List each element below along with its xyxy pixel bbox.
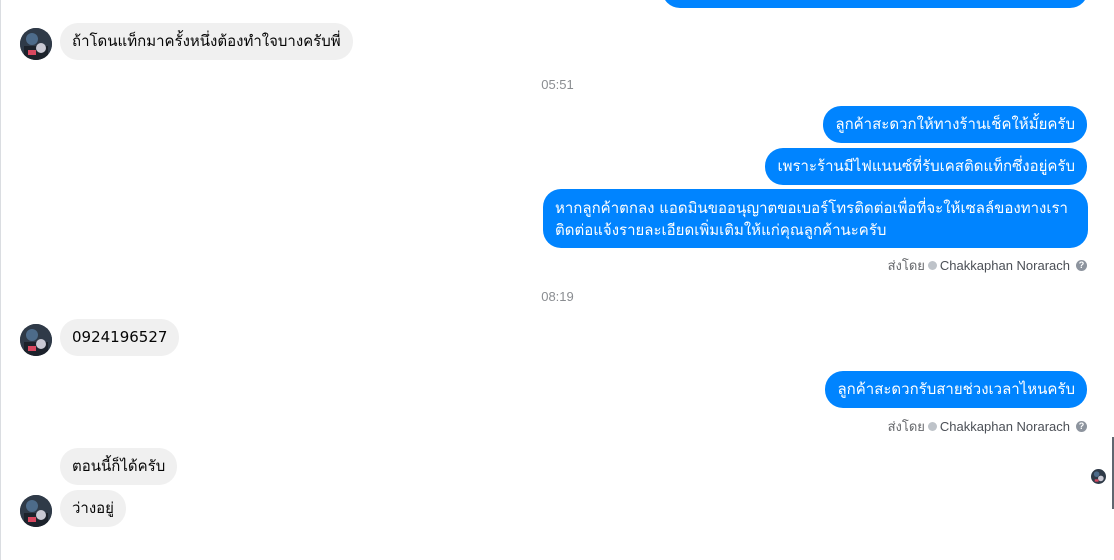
contact-avatar-icon[interactable]	[20, 495, 52, 527]
message-bubble-outgoing[interactable]: หากลูกค้าตกลง แอดมินขออนุญาตขอเบอร์โทรติ…	[543, 189, 1088, 248]
message-bubble-outgoing[interactable]: ลูกค้าสะดวกให้ทางร้านเช็คให้มั้ยครับ	[823, 106, 1087, 143]
seen-avatar-icon	[1091, 469, 1106, 484]
message-bubble-incoming[interactable]: ตอนนี้ก็ได้ครับ	[60, 448, 178, 485]
sent-by-prefix: ส่งโดย	[887, 419, 925, 434]
timestamp: 08:19	[541, 289, 574, 304]
message-bubble-incoming[interactable]: 0924196527	[60, 319, 180, 356]
contact-avatar-icon[interactable]	[20, 28, 52, 60]
help-icon[interactable]: ?	[1076, 421, 1087, 432]
message-bubble-outgoing-partial	[662, 0, 1088, 8]
contact-avatar-icon[interactable]	[20, 324, 52, 356]
message-bubble-incoming[interactable]: ว่างอยู่	[60, 490, 126, 527]
check-circle-icon	[927, 422, 937, 431]
message-bubble-outgoing[interactable]: ลูกค้าสะดวกรับสายช่วงเวลาไหนครับ	[825, 371, 1087, 408]
help-icon[interactable]: ?	[1076, 260, 1087, 271]
sender-name[interactable]: Chakkaphan Norarach	[940, 258, 1070, 273]
message-bubble-incoming[interactable]: ถ้าโดนแท็กมาครั้งหนึ่งต้องทำใจบางครับพี่	[60, 23, 353, 60]
check-circle-icon	[927, 261, 937, 270]
message-bubble-outgoing[interactable]: เพราะร้านมีไฟแนนซ์ที่รับเคสติดแท็กซึ่งอย…	[765, 148, 1087, 185]
sent-by-label: ส่งโดย Chakkaphan Norarach ?	[888, 255, 1087, 276]
message-line: หากลูกค้าตกลง แอดมินขออนุญาตขอเบอร์โทรติ…	[555, 199, 1068, 217]
timestamp: 05:51	[541, 77, 574, 92]
sent-by-label: ส่งโดย Chakkaphan Norarach ?	[888, 416, 1087, 437]
chat-thread: ถ้าโดนแท็กมาครั้งหนึ่งต้องทำใจบางครับพี่…	[0, 0, 1114, 560]
sender-name[interactable]: Chakkaphan Norarach	[940, 419, 1070, 434]
sent-by-prefix: ส่งโดย	[887, 258, 925, 273]
message-line: ติดต่อแจ้งรายละเอียดเพิ่มเติมให้แก่คุณลู…	[555, 221, 887, 239]
